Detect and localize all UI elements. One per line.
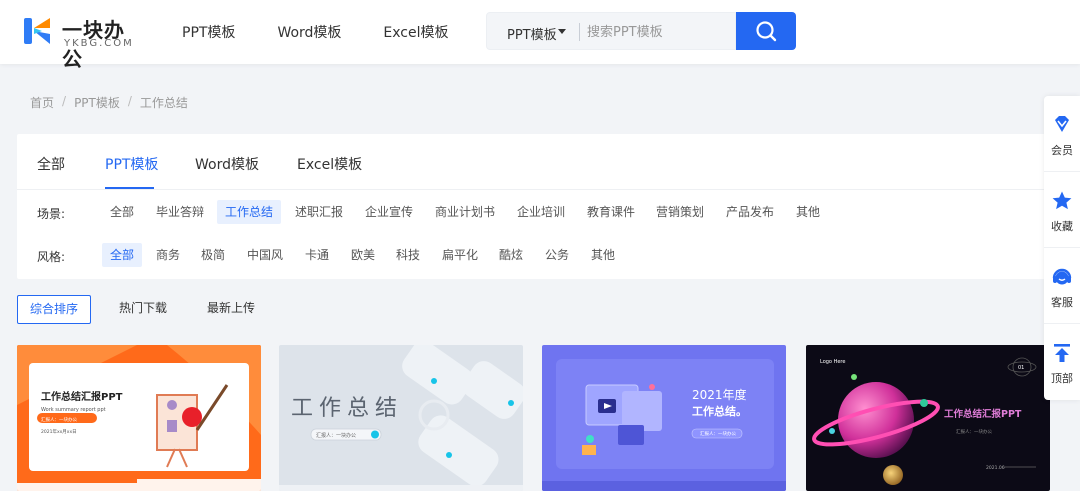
tab-ppt[interactable]: PPT模板: [105, 154, 158, 174]
style-option[interactable]: 中国风: [239, 243, 291, 267]
style-option[interactable]: 极简: [193, 243, 233, 267]
top-header: 一块办公 YKBG.COM PPT模板 Word模板 Excel模板 PPT模板: [0, 0, 1080, 71]
filter-panel: 全部 PPT模板 Word模板 Excel模板 场景: 全部 毕业答辩 工作总结…: [17, 134, 1050, 279]
template-card[interactable]: 工作总结汇报PPT Work summary report ppt 汇报人：一块…: [17, 345, 261, 491]
template-card[interactable]: 2021年度 工作总结。 汇报人：一块办公: [542, 345, 786, 491]
scene-option-selected[interactable]: 工作总结: [217, 200, 282, 224]
breadcrumb-ppt[interactable]: PPT模板: [74, 94, 120, 111]
card-logo-text: Logo Here: [820, 359, 845, 365]
card-reporter: 汇报人：一块办公: [700, 430, 736, 437]
card-thumbnail: Logo Here 01 工作总结汇报PPT 汇报人：一块办公 2021.06: [806, 345, 1050, 491]
card-thumbnail: 2021年度 工作总结。 汇报人：一块办公: [542, 345, 786, 491]
sidebar-service-button[interactable]: 客服: [1044, 248, 1080, 324]
card-title: 工作总结汇报PPT: [944, 408, 1022, 420]
scene-option[interactable]: 营销策划: [648, 200, 712, 224]
style-option[interactable]: 其他: [583, 243, 623, 267]
search-divider: [579, 23, 580, 41]
breadcrumb: 首页 / PPT模板 / 工作总结: [30, 94, 188, 111]
scene-option[interactable]: 产品发布: [718, 200, 782, 224]
card-date: 2021.06: [986, 465, 1005, 471]
search-icon: [756, 21, 777, 42]
active-tab-indicator: [105, 187, 154, 189]
scene-option[interactable]: 毕业答辩: [148, 200, 212, 224]
card-title-line2: 工作总结。: [692, 404, 747, 418]
card-date: 2021年xx月xx日: [41, 428, 77, 435]
scene-option[interactable]: 企业培训: [509, 200, 573, 224]
nav-ppt[interactable]: PPT模板: [182, 22, 235, 42]
category-tabs: 全部 PPT模板 Word模板 Excel模板: [17, 134, 1050, 190]
scene-option[interactable]: 商业计划书: [427, 200, 503, 224]
search-bar: PPT模板: [486, 12, 796, 50]
style-option[interactable]: 欧美: [343, 243, 383, 267]
sort-newest-button[interactable]: 最新上传: [207, 295, 255, 324]
card-reporter: 汇报人：一块办公: [41, 416, 77, 423]
card-thumbnail: 工作总结 汇报人：一块办公: [279, 345, 523, 491]
style-option[interactable]: 商务: [148, 243, 188, 267]
card-reporter: 汇报人：一块办公: [316, 432, 356, 439]
scene-label: 场景:: [37, 207, 66, 221]
style-option[interactable]: 公务: [537, 243, 577, 267]
tab-excel[interactable]: Excel模板: [297, 154, 362, 174]
scene-option[interactable]: 教育课件: [579, 200, 643, 224]
sidebar-backtotop-label: 顶部: [1051, 372, 1073, 385]
sidebar-vip-button[interactable]: 会员: [1044, 96, 1080, 172]
card-title-line1: 2021年度: [692, 387, 747, 402]
card-thumbnail: 工作总结汇报PPT Work summary report ppt 汇报人：一块…: [17, 345, 261, 491]
logo-mark-icon: [24, 18, 50, 44]
site-logo[interactable]: 一块办公 YKBG.COM: [22, 12, 142, 71]
style-filter-row: 风格: 全部 商务 极简 中国风 卡通 欧美 科技 扁平化 酷炫 公务 其他: [17, 241, 1050, 271]
logo-subtitle: YKBG.COM: [64, 38, 134, 49]
sidebar-backtotop-button[interactable]: 顶部: [1044, 324, 1080, 400]
search-input[interactable]: [587, 19, 727, 45]
card-title: 工作总结汇报PPT: [41, 390, 123, 403]
style-option[interactable]: 卡通: [297, 243, 337, 267]
search-box: PPT模板: [486, 12, 736, 50]
template-card[interactable]: 工作总结 汇报人：一块办公: [279, 345, 523, 491]
headset-icon: [1052, 268, 1072, 285]
scene-option[interactable]: 述职汇报: [287, 200, 351, 224]
nav-word[interactable]: Word模板: [277, 22, 341, 42]
scene-filter-row: 场景: 全部 毕业答辩 工作总结 述职汇报 企业宣传 商业计划书 企业培训 教育…: [17, 198, 1050, 228]
search-button[interactable]: [736, 12, 796, 50]
style-option[interactable]: 科技: [388, 243, 428, 267]
style-option[interactable]: 扁平化: [434, 243, 486, 267]
scene-option[interactable]: 企业宣传: [357, 200, 421, 224]
card-subtitle: Work summary report ppt: [41, 407, 106, 413]
sort-default-button[interactable]: 综合排序: [17, 295, 92, 324]
tab-word[interactable]: Word模板: [195, 154, 259, 174]
breadcrumb-separator: /: [127, 94, 132, 108]
tab-all[interactable]: 全部: [37, 154, 65, 174]
sidebar-favorite-button[interactable]: 收藏: [1044, 172, 1080, 248]
style-label: 风格:: [37, 250, 66, 264]
card-title: 工作总结: [291, 396, 403, 421]
template-card[interactable]: Logo Here 01 工作总结汇报PPT 汇报人：一块办公 2021.06: [806, 345, 1050, 491]
card-badge: 01: [1018, 365, 1024, 371]
sidebar-vip-label: 会员: [1051, 144, 1073, 157]
card-reporter: 汇报人：一块办公: [956, 428, 992, 435]
breadcrumb-current: 工作总结: [139, 96, 188, 110]
sidebar-service-label: 客服: [1051, 296, 1073, 309]
scene-option[interactable]: 其他: [788, 200, 828, 224]
main-nav: PPT模板 Word模板 Excel模板: [182, 22, 491, 42]
side-toolbar: 会员 收藏 客服 顶部: [1044, 96, 1080, 400]
style-option[interactable]: 酷炫: [491, 243, 531, 267]
star-icon: [1052, 191, 1072, 210]
breadcrumb-home[interactable]: 首页: [30, 94, 54, 111]
sidebar-favorite-label: 收藏: [1051, 220, 1073, 233]
nav-excel[interactable]: Excel模板: [383, 22, 448, 42]
breadcrumb-separator: /: [62, 94, 67, 108]
style-option-selected[interactable]: 全部: [102, 243, 143, 267]
diamond-icon: [1055, 116, 1069, 132]
sort-popular-button[interactable]: 热门下载: [119, 295, 167, 324]
arrow-up-icon: [1054, 344, 1070, 362]
search-type-select[interactable]: PPT模板: [507, 24, 557, 43]
scene-option[interactable]: 全部: [102, 200, 142, 224]
chevron-down-icon[interactable]: [558, 29, 566, 34]
